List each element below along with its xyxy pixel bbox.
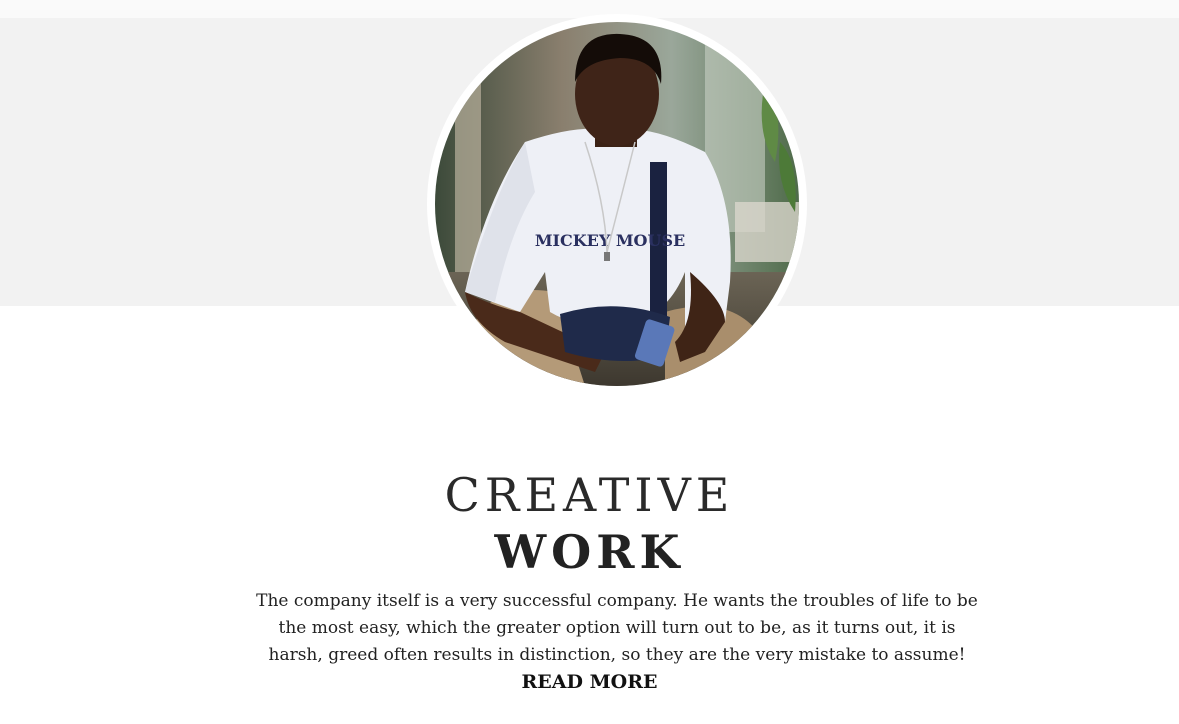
profile-photo: MICKEY MOUSE: [435, 22, 799, 386]
read-more-link[interactable]: READ MORE: [522, 671, 658, 693]
profile-avatar: MICKEY MOUSE: [435, 22, 799, 386]
feature-heading: CREATIVE WORK: [0, 466, 1179, 580]
heading-bold: WORK: [494, 525, 685, 579]
feature-description: The company itself is a very successful …: [256, 591, 978, 665]
heading-light: CREATIVE: [444, 468, 735, 522]
read-more-wrapper: READ MORE: [0, 671, 1179, 693]
